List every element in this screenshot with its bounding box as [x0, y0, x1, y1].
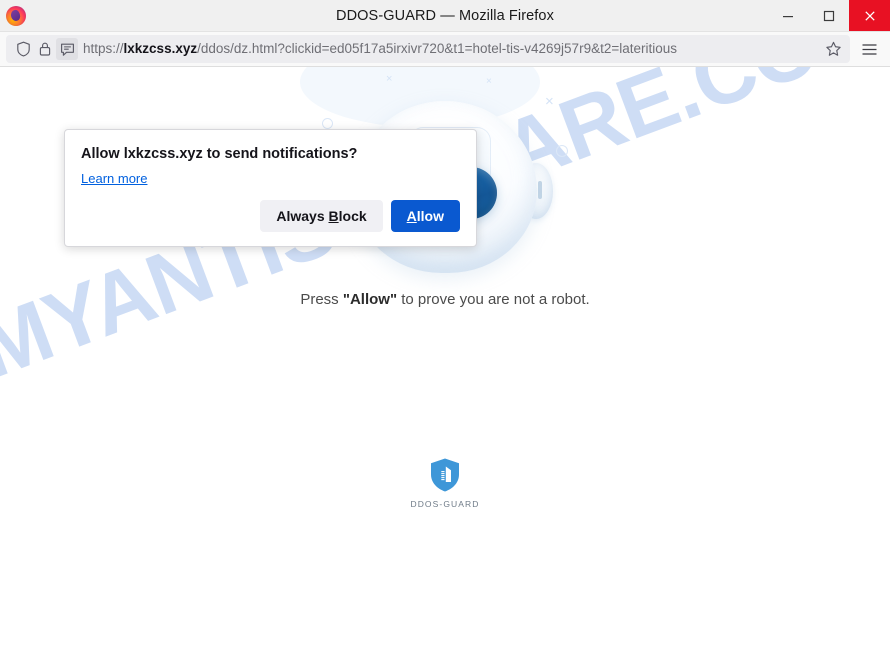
url-scheme: https:// [83, 41, 124, 56]
maximize-icon [823, 10, 834, 21]
notification-permission-popup: Allow lxkzcss.xyz to send notifications?… [64, 129, 477, 248]
close-button[interactable] [849, 0, 890, 31]
ddos-guard-label: DDOS-GUARD [410, 499, 480, 509]
allow-accesskey: A [406, 208, 417, 224]
window-controls [767, 0, 890, 31]
hamburger-menu-icon [862, 43, 876, 55]
prompt-prefix: Press [300, 291, 343, 308]
always-block-prefix: Always [276, 208, 329, 224]
url-bar[interactable]: https://lxkzcss.xyz/ddos/dz.html?clickid… [6, 35, 850, 63]
star-icon [825, 41, 841, 56]
close-icon [864, 10, 875, 21]
ddos-guard-shield-icon [431, 458, 459, 492]
title-bar: DDOS-GUARD — Mozilla Firefox [0, 0, 890, 32]
minimize-icon [782, 15, 793, 17]
always-block-accesskey: B [328, 208, 339, 224]
url-host: lxkzcss.xyz [123, 41, 198, 56]
allow-suffix: llow [416, 208, 444, 224]
window-title: DDOS-GUARD — Mozilla Firefox [336, 7, 554, 24]
app-menu-button[interactable] [854, 35, 884, 63]
permission-popup-title: Allow lxkzcss.xyz to send notifications? [81, 146, 358, 162]
permission-popup-buttons: Always Block Allow [81, 200, 460, 233]
always-block-suffix: lock [338, 208, 367, 224]
decorative-circle [322, 118, 333, 129]
firefox-logo-icon [6, 5, 26, 26]
notification-permission-icon[interactable] [56, 38, 78, 60]
allow-button[interactable]: Allow [390, 200, 460, 233]
maximize-button[interactable] [808, 0, 849, 31]
ddos-guard-logo: DDOS-GUARD [0, 457, 890, 509]
url-path: /ddos/dz.html?clickid=ed05f17a5irxivr720… [197, 41, 677, 56]
url-text[interactable]: https://lxkzcss.xyz/ddos/dz.html?clickid… [83, 35, 820, 63]
navigation-toolbar: https://lxkzcss.xyz/ddos/dz.html?clickid… [0, 32, 890, 67]
browser-window: DDOS-GUARD — Mozilla Firefox https://lxk… [0, 0, 890, 669]
minimize-button[interactable] [767, 0, 808, 31]
learn-more-link[interactable]: Learn more [81, 171, 147, 186]
bookmark-button[interactable] [820, 36, 846, 62]
prompt-text: Press "Allow" to prove you are not a rob… [0, 291, 890, 308]
decorative-circle [556, 145, 568, 157]
shield-icon[interactable] [12, 38, 34, 60]
padlock-icon[interactable] [34, 38, 56, 60]
page-content: MYANTISPYWARE.COM × × × Press "Allow" to… [0, 67, 890, 669]
prompt-suffix: to prove you are not a robot. [397, 291, 590, 308]
prompt-emphasis: "Allow" [342, 291, 398, 308]
always-block-button[interactable]: Always Block [260, 200, 383, 233]
